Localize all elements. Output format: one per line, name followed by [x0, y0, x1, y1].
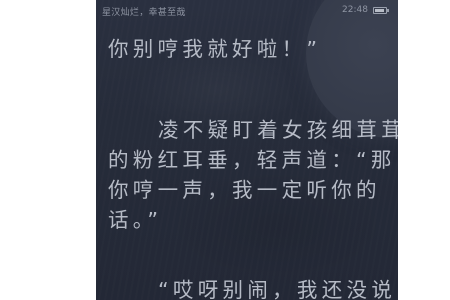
page-background: 星汉灿烂，幸甚至哉 22:48 你别哼我就好啦！” 凌不疑盯着女孩细茸茸 的粉红… — [0, 0, 450, 300]
text-line: 凌不疑盯着女孩细茸茸 — [158, 118, 398, 142]
book-title: 星汉灿烂，幸甚至哉 — [102, 8, 186, 18]
text-line: 的粉红耳垂，轻声道：“那 — [108, 148, 396, 172]
battery-level-fill — [375, 9, 384, 12]
battery-tip — [387, 9, 389, 12]
text-line: 话。” — [108, 208, 163, 232]
battery-icon — [373, 7, 389, 14]
reader-screen[interactable]: 星汉灿烂，幸甚至哉 22:48 你别哼我就好啦！” 凌不疑盯着女孩细茸茸 的粉红… — [96, 0, 398, 300]
reading-text: 你别哼我就好啦！” 凌不疑盯着女孩细茸茸 的粉红耳垂，轻声道：“那 你哼一声，我… — [108, 34, 398, 300]
text-line: 你哼一声，我一定听你的 — [108, 178, 381, 202]
clock-time: 22:48 — [342, 5, 368, 15]
text-line: “哎呀别闹，我还没说 — [158, 278, 397, 300]
status-bar: 星汉灿烂，幸甚至哉 22:48 — [96, 0, 398, 22]
text-line: 你别哼我就好啦！” — [108, 37, 322, 61]
